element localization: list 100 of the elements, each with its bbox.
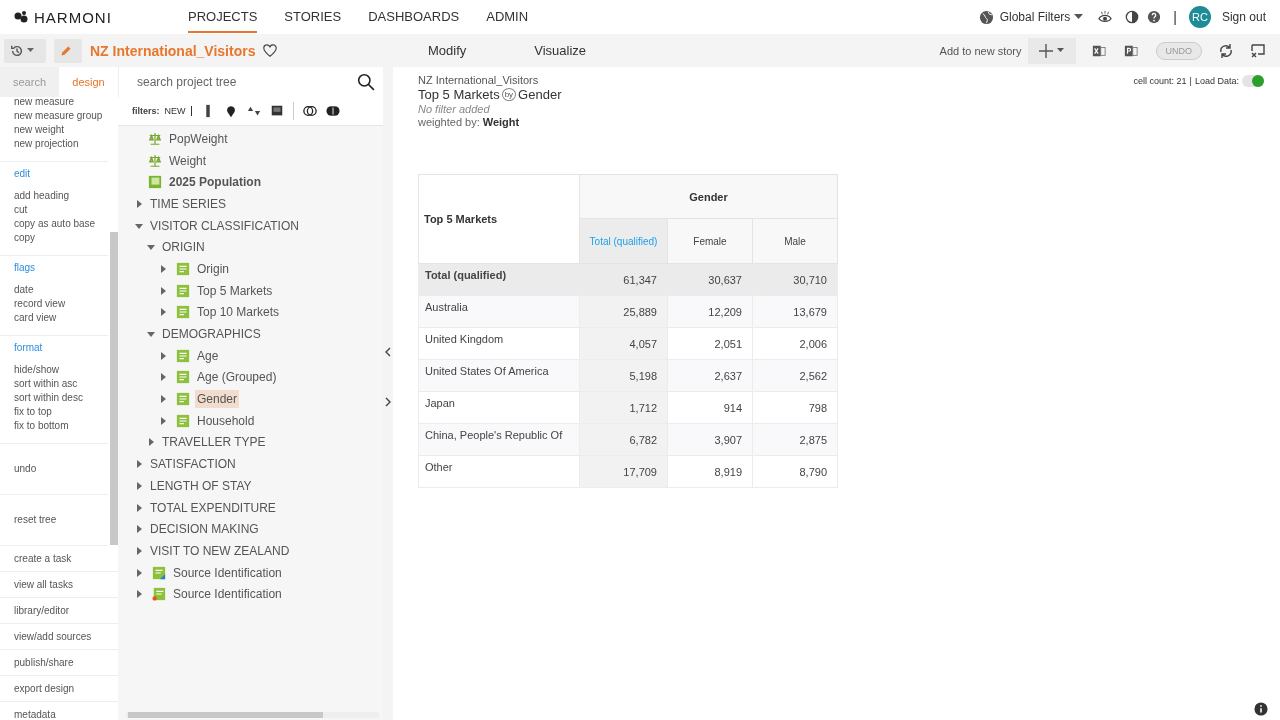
tree-item[interactable]: Household (195, 411, 257, 430)
sort-icon (246, 104, 261, 118)
menu-item[interactable]: add heading (14, 189, 100, 203)
nav-tab[interactable]: DASHBOARDS (368, 1, 460, 33)
tree-item[interactable]: TRAVELLER TYPE (160, 433, 268, 452)
edit-button[interactable] (54, 38, 82, 63)
search-field[interactable]: search project tree (135, 74, 357, 90)
column-variable: Gender (518, 87, 562, 102)
menu-item[interactable]: undo (14, 462, 100, 476)
menu-item[interactable]: card view (14, 311, 100, 325)
weight-label: weighted by: (418, 116, 480, 128)
tree-item[interactable]: PopWeight (167, 129, 230, 148)
view-tab[interactable]: Modify (422, 42, 473, 59)
menu-item[interactable]: sort within asc (14, 377, 100, 391)
weight-name: Weight (482, 116, 520, 128)
tree-item[interactable]: VISIT TO NEW ZEALAND (148, 541, 292, 560)
view-tab[interactable]: Visualize (528, 42, 593, 59)
help-icon (1147, 10, 1162, 24)
table-cell: 25,889 (579, 295, 668, 328)
table-cell: 2,006 (752, 327, 838, 360)
menu-item[interactable]: cut (14, 203, 100, 217)
menu-item[interactable]: new measure (14, 97, 100, 109)
global-filters-button[interactable]: Global Filters (999, 10, 1084, 24)
row-header: Other (418, 455, 580, 488)
chevron-left-icon (384, 347, 392, 357)
add-button[interactable] (1027, 37, 1076, 64)
category-icon (176, 283, 190, 298)
caret-icon (1074, 14, 1084, 20)
menu-item[interactable]: new projection (14, 137, 100, 151)
menu-item[interactable]: new weight (14, 123, 100, 137)
menu-item[interactable]: copy as auto base (14, 217, 100, 231)
numeric-icon (148, 175, 162, 190)
menu-item[interactable]: fix to bottom (14, 419, 100, 433)
table-cell: 2,562 (752, 359, 838, 392)
tree-item[interactable]: Age (195, 346, 221, 365)
intersect-icon (325, 104, 340, 118)
menu-item[interactable]: new measure group (14, 109, 100, 123)
category-icon (176, 392, 190, 407)
tree-item[interactable]: TOTAL EXPENDITURE (148, 498, 278, 517)
nav-tab[interactable]: STORIES (284, 1, 342, 33)
tree-item[interactable]: SATISFACTION (148, 455, 238, 474)
caret-icon (1057, 48, 1064, 53)
plus-icon (1039, 43, 1053, 58)
tree-item[interactable]: Source Identification (171, 585, 284, 604)
menu-item[interactable]: fix to top (14, 405, 100, 419)
sign-out-link[interactable]: Sign out (1221, 10, 1266, 24)
excel-icon (1091, 43, 1106, 58)
menu-item[interactable]: reset tree (14, 513, 100, 527)
menu-item[interactable]: hide/show (14, 363, 100, 377)
table-cell: 5,198 (579, 359, 668, 392)
column-header[interactable]: Female (667, 218, 753, 264)
table-cell: 12,209 (667, 295, 753, 328)
horizontal-scrollbar[interactable] (126, 712, 379, 718)
category-icon (176, 413, 190, 428)
category-icon (176, 261, 190, 276)
tree-item[interactable]: TIME SERIES (148, 194, 228, 213)
new-filter-button[interactable]: NEW (164, 106, 192, 116)
user-avatar[interactable]: RC (1188, 6, 1211, 28)
globe-icon (978, 9, 994, 25)
menu-item[interactable]: sort within desc (14, 391, 100, 405)
table-cell: 1,712 (579, 391, 668, 424)
menu-item[interactable]: copy (14, 231, 100, 245)
group-header: Gender (579, 174, 838, 219)
add-to-story-label: Add to new story (939, 44, 1022, 57)
tree-item[interactable]: DECISION MAKING (148, 520, 261, 539)
tree-item[interactable]: DEMOGRAPHICS (160, 325, 263, 344)
row-header: Total (qualified) (418, 263, 580, 296)
menu-item[interactable]: date (14, 283, 100, 297)
menu-item[interactable]: record view (14, 297, 100, 311)
scrollbar[interactable] (110, 232, 118, 545)
load-data-toggle[interactable] (1242, 75, 1264, 87)
tree-item[interactable]: 2025 Population (167, 173, 264, 192)
tree-item[interactable]: ORIGIN (160, 238, 207, 257)
tree-item[interactable]: Age (Grouped) (195, 368, 279, 387)
tree-item[interactable]: Top 10 Markets (195, 303, 282, 322)
separator: | (1189, 76, 1192, 86)
category-icon (176, 305, 190, 320)
tree-item[interactable]: VISITOR CLASSIFICATION (148, 216, 301, 235)
info-icon[interactable] (1254, 702, 1268, 716)
scale-icon (148, 131, 162, 146)
table-cell: 2,051 (667, 327, 753, 360)
caret-icon (27, 48, 34, 53)
search-box[interactable]: search project tree (118, 67, 383, 97)
tree-item[interactable]: Weight (167, 151, 209, 170)
category-icon (176, 348, 190, 363)
search-icon (357, 73, 375, 91)
cell-count: cell count: 21 (1133, 76, 1187, 86)
row-variable: Top 5 Markets (418, 87, 500, 102)
venn-icon (302, 104, 317, 118)
filter-note: No filter added (418, 103, 490, 115)
tree-item[interactable]: Origin (195, 259, 231, 278)
history-button[interactable] (4, 38, 46, 63)
table-cell: 8,919 (667, 455, 753, 488)
tree-item[interactable]: LENGTH OF STAY (148, 476, 254, 495)
tree-item[interactable]: Gender (195, 390, 240, 409)
column-header[interactable]: Male (752, 218, 838, 264)
tree-item[interactable]: Source Identification (171, 563, 284, 582)
nav-tab[interactable]: ADMIN (486, 1, 529, 33)
tree-item[interactable]: Top 5 Markets (195, 281, 275, 300)
table-cell: 4,057 (579, 327, 668, 360)
